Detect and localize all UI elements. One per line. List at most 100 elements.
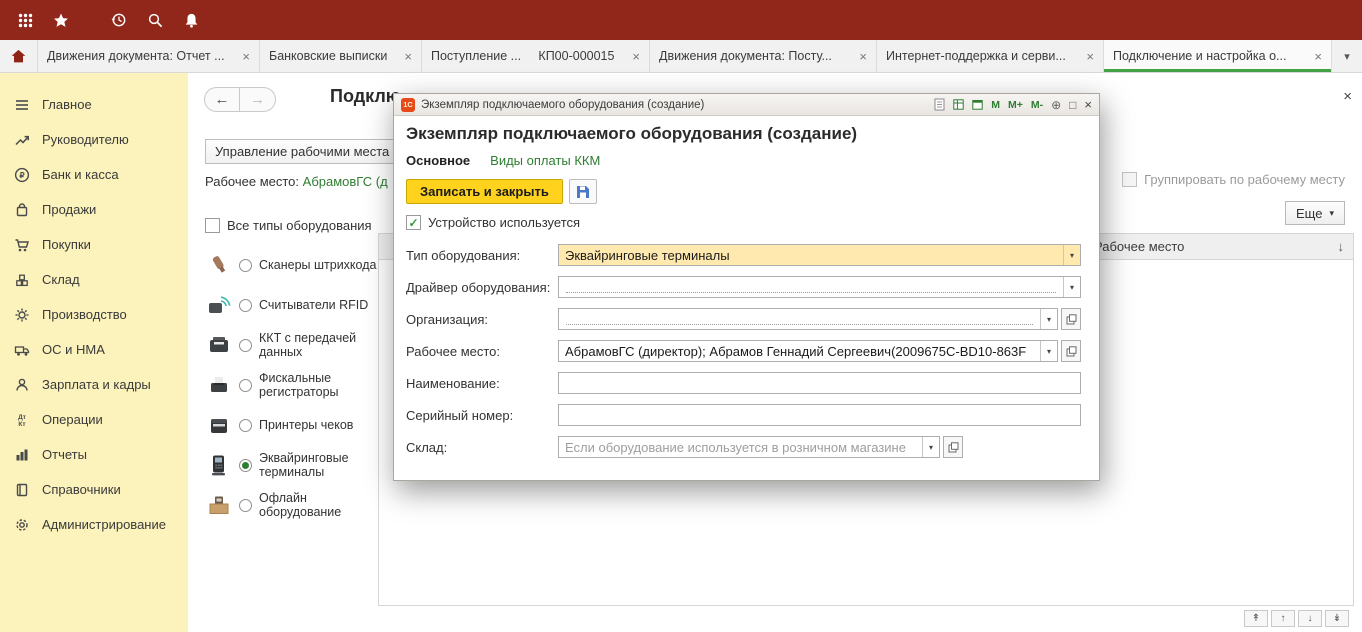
radio-button[interactable] <box>239 418 252 432</box>
dialog-titlebar[interactable]: 1С Экземпляр подключаемого оборудования … <box>394 94 1099 116</box>
forward-button[interactable]: → <box>240 87 276 112</box>
radio-button[interactable] <box>239 378 252 392</box>
sidebar-item-proizvodstvo[interactable]: Производство <box>0 297 188 332</box>
tab-overflow-button[interactable]: ▾ <box>1332 40 1362 72</box>
radio-button[interactable] <box>239 298 252 312</box>
group-by-workplace-row[interactable]: Группировать по рабочему месту <box>1122 172 1345 187</box>
history-icon[interactable] <box>106 7 132 33</box>
tab-dvizheniya-postuplenie[interactable]: Движения документа: Посту... × <box>650 40 877 72</box>
open-warehouse-button[interactable] <box>943 436 963 458</box>
device-used-row[interactable]: ✓ Устройство используется <box>406 215 1087 230</box>
notifications-bell-icon[interactable] <box>178 7 204 33</box>
more-button-label: Еще <box>1296 205 1323 221</box>
memory-minus-button[interactable]: M- <box>1031 99 1043 111</box>
go-top-button[interactable]: ↟ <box>1244 610 1268 627</box>
go-bottom-button[interactable]: ↡ <box>1325 610 1349 627</box>
maximize-icon[interactable]: □ <box>1069 98 1076 112</box>
sidebar-item-otchety[interactable]: Отчеты <box>0 437 188 472</box>
driver-input[interactable]: ▾ <box>558 276 1081 298</box>
dialog-body: Экземпляр подключаемого оборудования (со… <box>394 116 1099 463</box>
dropdown-button[interactable]: ▾ <box>1063 245 1080 265</box>
table-header-workplace[interactable]: Рабочее место <box>1094 239 1184 254</box>
sidebar-item-operatsii[interactable]: Дт Кт Операции <box>0 402 188 437</box>
more-button[interactable]: Еще ▾ <box>1285 201 1345 225</box>
sidebar-item-administrirovanie[interactable]: Администрирование <box>0 507 188 542</box>
back-button[interactable]: ← <box>204 87 240 112</box>
equipment-option-kkt-data-transfer[interactable]: ККТ с передачей данных <box>205 325 379 365</box>
equipment-option-barcode-scanners[interactable]: Сканеры штрихкода <box>205 245 379 285</box>
page-close-icon[interactable]: × <box>1343 88 1352 105</box>
device-used-checkbox[interactable]: ✓ <box>406 215 421 230</box>
radio-button[interactable] <box>239 258 252 272</box>
dialog-tab-main[interactable]: Основное <box>406 153 470 168</box>
tab-close-icon[interactable]: × <box>1314 49 1322 64</box>
main-menu-icon <box>13 96 31 114</box>
sidebar-item-sklad[interactable]: Склад <box>0 262 188 297</box>
warehouse-input[interactable]: Если оборудование используется в розничн… <box>558 436 940 458</box>
dialog-tab-payment-types[interactable]: Виды оплаты ККМ <box>490 153 600 168</box>
sidebar-item-bank-i-kassa[interactable]: ₽ Банк и касса <box>0 157 188 192</box>
sidebar-item-spravochniki[interactable]: Справочники <box>0 472 188 507</box>
all-types-checkbox[interactable] <box>205 218 220 233</box>
zoom-icon[interactable]: ⊕ <box>1051 98 1061 112</box>
search-icon[interactable] <box>142 7 168 33</box>
dropdown-button[interactable]: ▾ <box>922 437 939 457</box>
radio-button[interactable] <box>239 498 252 512</box>
calendar-icon[interactable] <box>972 99 983 110</box>
go-up-button[interactable]: ↑ <box>1271 610 1295 627</box>
sidebar-item-pokupki[interactable]: Покупки <box>0 227 188 262</box>
dropdown-button[interactable]: ▾ <box>1040 309 1057 329</box>
workplace-link[interactable]: АбрамовГС (д <box>303 174 388 189</box>
tab-postuplenie[interactable]: Поступление ... КП00-000015 × <box>422 40 650 72</box>
field-value: АбрамовГС (директор); Абрамов Геннадий С… <box>565 343 1027 359</box>
radio-button-selected[interactable] <box>239 458 252 472</box>
sidebar-item-rukovoditelyu[interactable]: Руководителю <box>0 122 188 157</box>
tab-dvizheniya-otchet[interactable]: Движения документа: Отчет ... × <box>38 40 260 72</box>
go-down-button[interactable]: ↓ <box>1298 610 1322 627</box>
1c-logo-icon[interactable]: 1С <box>401 97 415 112</box>
open-workplace-button[interactable] <box>1061 340 1081 362</box>
save-and-close-button[interactable]: Записать и закрыть <box>406 179 563 204</box>
tab-close-icon[interactable]: × <box>404 49 412 64</box>
tab-close-icon[interactable]: × <box>859 49 867 64</box>
tab-internet-podderzhka[interactable]: Интернет-поддержка и серви... × <box>877 40 1104 72</box>
sidebar-item-zarplata-i-kadry[interactable]: Зарплата и кадры <box>0 367 188 402</box>
open-organization-button[interactable] <box>1061 308 1081 330</box>
equipment-option-offline-equipment[interactable]: Офлайн оборудование <box>205 485 379 525</box>
save-button[interactable] <box>568 179 597 204</box>
workplace-input[interactable]: АбрамовГС (директор); Абрамов Геннадий С… <box>558 340 1058 362</box>
organization-input[interactable]: ▾ <box>558 308 1058 330</box>
equipment-option-acquiring-terminals[interactable]: Эквайринговые терминалы <box>205 445 379 485</box>
favorites-star-icon[interactable] <box>48 7 74 33</box>
equipment-option-receipt-printers[interactable]: Принтеры чеков <box>205 405 379 445</box>
sidebar-item-os-i-nma[interactable]: ОС и НМА <box>0 332 188 367</box>
sidebar-item-glavnoe[interactable]: Главное <box>0 87 188 122</box>
equipment-option-rfid-readers[interactable]: Считыватели RFID <box>205 285 379 325</box>
memory-recall-button[interactable]: M <box>991 99 1000 111</box>
equipment-type-input[interactable]: Эквайринговые терминалы ▾ <box>558 244 1081 266</box>
tab-podklyuchenie-nastroyka[interactable]: Подключение и настройка о... × <box>1104 40 1332 72</box>
dropdown-button[interactable]: ▾ <box>1040 341 1057 361</box>
home-tab[interactable] <box>0 40 38 72</box>
field-label: Организация: <box>406 311 489 327</box>
equipment-option-fiscal-registrars[interactable]: Фискальные регистраторы <box>205 365 379 405</box>
field-driver: Драйвер оборудования: ▾ <box>406 271 1087 303</box>
sidebar-item-prodazhi[interactable]: Продажи <box>0 192 188 227</box>
tab-close-icon[interactable]: × <box>632 49 640 64</box>
tab-close-icon[interactable]: × <box>1086 49 1094 64</box>
table-icon[interactable] <box>953 99 964 110</box>
memory-plus-button[interactable]: M+ <box>1008 99 1023 111</box>
dropdown-button[interactable]: ▾ <box>1063 277 1080 297</box>
all-types-checkbox-row[interactable]: Все типы оборудования <box>205 218 379 233</box>
document-icon[interactable] <box>934 98 945 111</box>
radio-button[interactable] <box>239 338 252 352</box>
group-by-workplace-checkbox[interactable] <box>1122 172 1138 187</box>
dialog-close-icon[interactable]: × <box>1084 97 1092 112</box>
serial-number-input[interactable] <box>558 404 1081 426</box>
tab-bankovskie-vypiski[interactable]: Банковские выписки × <box>260 40 422 72</box>
sort-descending-icon[interactable]: ↓ <box>1338 239 1345 254</box>
manage-workplaces-button[interactable]: Управление рабочими места <box>205 139 413 164</box>
tab-close-icon[interactable]: × <box>242 49 250 64</box>
name-input[interactable] <box>558 372 1081 394</box>
apps-menu-icon[interactable] <box>12 7 38 33</box>
